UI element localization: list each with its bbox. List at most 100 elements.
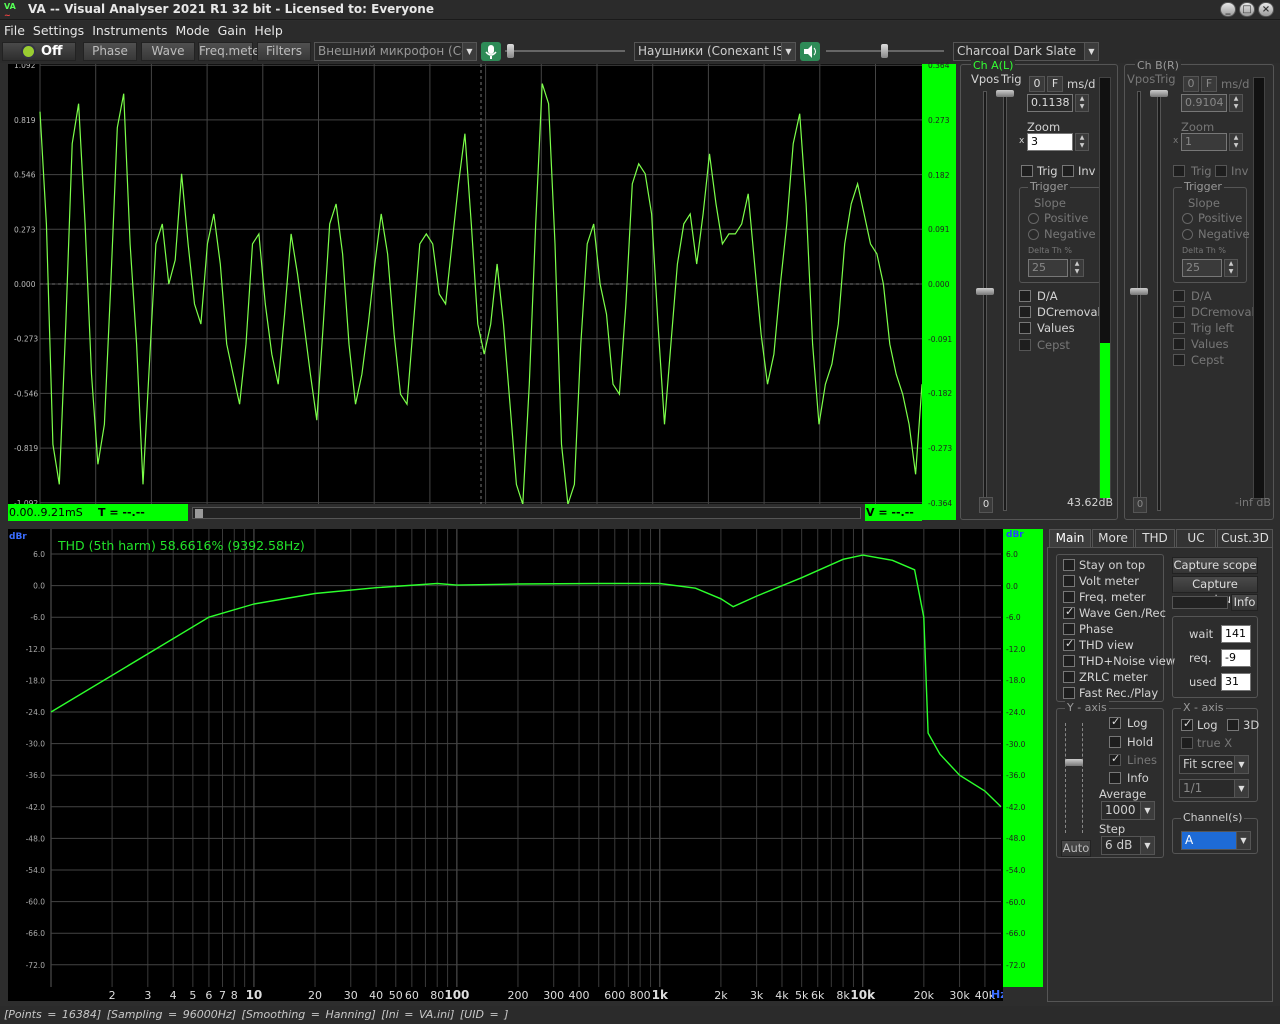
inv-checkbox[interactable] (1215, 165, 1227, 177)
maximize-button[interactable]: □ (1239, 2, 1255, 17)
vpos-slider[interactable] (1130, 91, 1148, 511)
delta-th-spinner[interactable]: ▲ ▼ (1224, 259, 1238, 277)
f-button[interactable]: F (1047, 76, 1063, 92)
f-button[interactable]: F (1201, 76, 1217, 92)
tab-uc[interactable]: UC (1176, 529, 1216, 547)
dcremoval-checkbox[interactable] (1019, 306, 1031, 318)
ms-per-div-spinner[interactable]: ▲ ▼ (1075, 94, 1089, 112)
positive-radio[interactable] (1028, 213, 1039, 224)
ms-per-div-field[interactable]: 0.1138 (1027, 94, 1073, 112)
instrument-checkbox[interactable] (1063, 637, 1075, 651)
x3d-checkbox[interactable] (1227, 719, 1239, 731)
minimize-button[interactable]: _ (1220, 2, 1236, 17)
truex-checkbox[interactable] (1181, 737, 1193, 749)
info-button[interactable]: Info (1231, 594, 1258, 611)
tab-more[interactable]: More (1092, 529, 1134, 547)
slider-thumb[interactable] (1130, 288, 1148, 295)
values-checkbox[interactable] (1173, 338, 1185, 350)
wave-button[interactable]: Wave (141, 42, 195, 61)
speaker-icon[interactable] (800, 42, 820, 61)
scrollbar-thumb[interactable] (195, 509, 203, 518)
power-button[interactable]: Off (2, 42, 76, 61)
da-checkbox[interactable] (1173, 290, 1185, 302)
delta-th-field[interactable]: 25 (1182, 259, 1222, 277)
da-checkbox[interactable] (1019, 290, 1031, 302)
negative-radio[interactable] (1182, 229, 1193, 240)
microphone-icon[interactable] (481, 42, 501, 61)
menu-file[interactable]: File (0, 21, 29, 38)
zero-button[interactable]: 0 (1029, 76, 1045, 92)
hold-checkbox[interactable] (1109, 736, 1121, 748)
values-checkbox[interactable] (1019, 322, 1031, 334)
yinfo-checkbox[interactable] (1109, 772, 1121, 784)
inv-checkbox[interactable] (1062, 165, 1074, 177)
vpos-zero-button[interactable]: 0 (1133, 497, 1147, 513)
cepst-checkbox[interactable] (1019, 339, 1031, 351)
delta-th-spinner[interactable]: ▲ ▼ (1070, 259, 1084, 277)
step-select[interactable]: 6 dB ▼ (1101, 836, 1155, 855)
capture-scope-button[interactable]: Capture scope (1172, 557, 1258, 574)
zoom-field[interactable]: 1 (1181, 133, 1227, 151)
slider-thumb[interactable] (881, 44, 888, 58)
trigger-level-slider[interactable] (996, 90, 1014, 511)
oscilloscope-display[interactable]: 1.092 0.819 0.546 0.273 0.000 -0.273 -0.546 -0.… (8, 61, 932, 508)
instrument-checkbox[interactable] (1063, 575, 1075, 587)
instrument-checkbox[interactable] (1063, 687, 1075, 699)
y-gain-slider[interactable] (1065, 759, 1083, 766)
vpos-slider[interactable] (976, 91, 994, 511)
input-device-select[interactable]: Внешний микрофон (Conexa▼ (314, 42, 477, 61)
tab-thd[interactable]: THD (1135, 529, 1175, 547)
zoom-spinner[interactable]: ▲ ▼ (1229, 133, 1243, 151)
scope-scrollbar[interactable] (192, 507, 861, 519)
menu-gain[interactable]: Gain (214, 21, 251, 38)
req-field[interactable]: -9 (1221, 649, 1251, 667)
dcremoval-checkbox[interactable] (1173, 306, 1185, 318)
auto-button[interactable]: Auto (1061, 840, 1091, 857)
trig-checkbox[interactable] (1021, 165, 1033, 177)
instrument-checkbox[interactable] (1063, 559, 1075, 571)
ms-per-div-spinner[interactable]: ▲ ▼ (1229, 94, 1243, 112)
wait-field[interactable]: 141 (1221, 625, 1251, 643)
instrument-checkbox[interactable] (1063, 605, 1075, 619)
positive-radio[interactable] (1182, 213, 1193, 224)
output-volume-slider[interactable] (826, 44, 944, 58)
zoom-field[interactable]: 3 (1027, 133, 1073, 151)
trigger-level-slider[interactable] (1150, 90, 1168, 511)
used-field[interactable]: 31 (1221, 673, 1251, 691)
ms-per-div-field[interactable]: 0.9104 (1181, 94, 1227, 112)
trig-checkbox[interactable] (1173, 165, 1185, 177)
freqmeter-button[interactable]: Freq.meter (198, 42, 265, 61)
instrument-checkbox[interactable] (1063, 655, 1075, 667)
menu-mode[interactable]: Mode (172, 21, 214, 38)
channel-select[interactable]: A ▼ (1181, 831, 1251, 850)
phase-button[interactable]: Phase (83, 42, 137, 61)
slider-thumb[interactable] (507, 44, 514, 58)
instrument-checkbox[interactable] (1063, 591, 1075, 603)
trigleft-checkbox[interactable] (1173, 322, 1185, 334)
xlog-checkbox[interactable] (1181, 717, 1193, 731)
zero-button[interactable]: 0 (1183, 76, 1199, 92)
spectrum-display[interactable]: 6.0 0.0 -6.0 -12.0 -18.0 -24.0 -30.0 -36.0 -42.0… (8, 529, 1007, 1002)
zoom-spinner[interactable]: ▲ ▼ (1075, 133, 1089, 151)
delta-th-field[interactable]: 25 (1028, 259, 1068, 277)
fit-select[interactable]: Fit screen ▼ (1179, 755, 1249, 774)
average-select[interactable]: 1000 ▼ (1101, 801, 1155, 820)
menu-instruments[interactable]: Instruments (88, 21, 171, 38)
menu-help[interactable]: Help (250, 21, 287, 38)
cepst-checkbox[interactable] (1173, 354, 1185, 366)
filters-button[interactable]: Filters (257, 42, 311, 61)
slider-thumb[interactable] (976, 288, 994, 295)
lines-checkbox[interactable] (1109, 752, 1121, 766)
output-device-select[interactable]: Наушники (Conexant ISST Au▼ (634, 42, 796, 61)
slider-thumb[interactable] (1150, 90, 1168, 97)
ratio-select[interactable]: 1/1 ▼ (1179, 779, 1249, 798)
close-button[interactable]: × (1258, 2, 1274, 17)
instrument-checkbox[interactable] (1063, 623, 1075, 635)
negative-radio[interactable] (1028, 229, 1039, 240)
instrument-checkbox[interactable] (1063, 671, 1075, 683)
input-volume-slider[interactable] (505, 44, 625, 58)
tab-main[interactable]: Main (1049, 529, 1091, 547)
slider-thumb[interactable] (996, 90, 1014, 97)
tab-cust3d[interactable]: Cust.3D (1217, 529, 1273, 547)
vpos-zero-button[interactable]: 0 (979, 497, 993, 513)
